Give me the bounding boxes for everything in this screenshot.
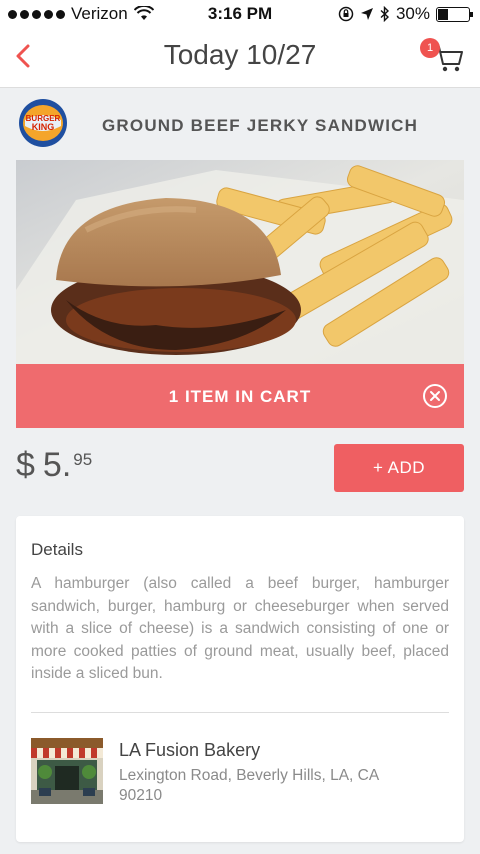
price-main: 5. [42,446,72,484]
cart-count-badge: 1 [420,38,440,58]
divider [31,712,449,713]
details-card: Details A hamburger (also called a beef … [16,516,464,842]
storefront-image [31,738,103,804]
remove-from-cart-button[interactable] [422,383,448,409]
price-currency: $ [16,446,35,484]
location-arrow-icon [360,8,373,20]
battery-icon [436,6,473,22]
cart-button[interactable]: 1 [418,36,468,76]
page-title: Today 10/27 [163,39,317,70]
add-button[interactable]: + ADD [334,444,464,492]
rotation-lock-icon [338,6,354,22]
price-cents: 95 [73,450,93,469]
details-text: A hamburger (also called a beef burger, … [31,575,449,682]
store-photo[interactable] [31,738,103,804]
product-name: GROUND BEEF JERKY SANDWICH [102,116,419,135]
nav-bar: Today 10/27 1 [0,28,480,88]
battery-percent: 30% [395,4,430,23]
bluetooth-icon [380,6,389,22]
sandwich-fries-image [16,160,464,364]
cart-status-bar: 1 ITEM IN CART [16,364,464,428]
status-right: 30% [338,4,473,24]
cart-status-label: 1 ITEM IN CART [168,387,312,406]
store-name[interactable]: LA Fusion Bakery [119,740,260,761]
price: $ 5. 95 [16,446,92,485]
details-title: Details [31,540,83,559]
battery-fill [438,8,448,20]
burger-king-logo: BURGER KING [19,99,67,147]
store-address: Lexington Road, Beverly Hills, LA, CA 90… [119,767,379,804]
close-circle-icon [423,384,447,408]
svg-text:KING: KING [32,122,55,132]
product-header: BURGER KING GROUND BEEF JERKY SANDWICH [0,88,480,160]
product-photo [16,160,464,364]
status-bar: Verizon 3:16 PM 30% [0,0,480,28]
